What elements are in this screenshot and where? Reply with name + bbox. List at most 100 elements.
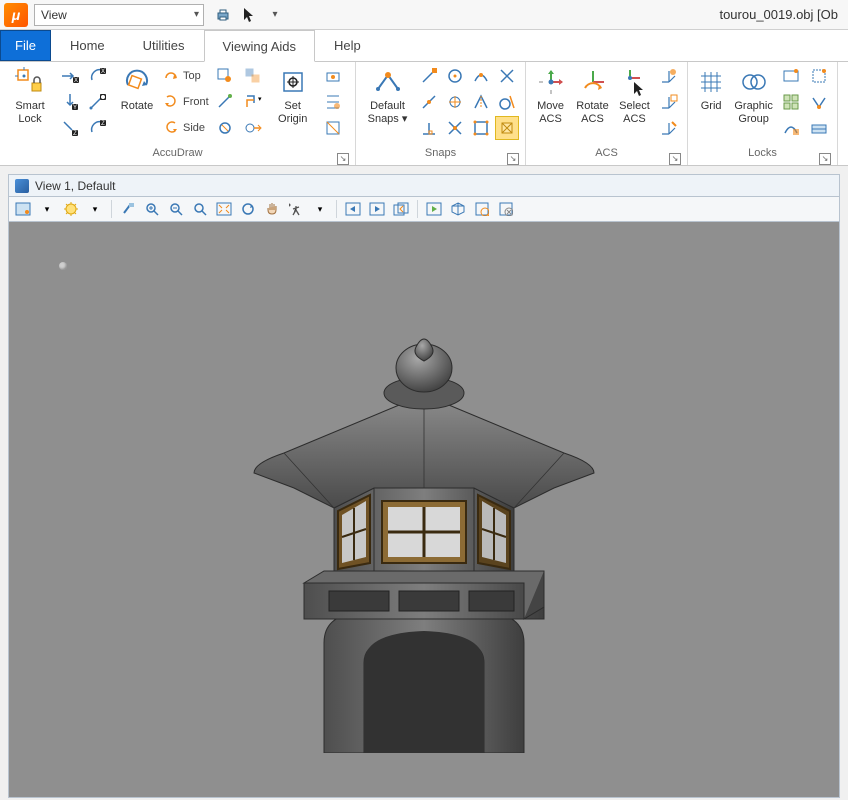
clip-isometric-icon[interactable] — [448, 199, 468, 219]
view-brush-icon[interactable] — [118, 199, 138, 219]
group-label-accudraw: AccuDraw — [152, 147, 202, 159]
group-label-locks: Locks — [748, 147, 777, 159]
view-next-icon[interactable] — [367, 199, 387, 219]
move-acs-button[interactable]: Move ACS — [532, 64, 569, 125]
select-acs-button[interactable]: Select ACS — [616, 64, 653, 125]
locks-extra3-icon[interactable] — [779, 116, 803, 140]
accudraw-misc4-icon[interactable] — [241, 64, 265, 88]
accudraw-misc5-icon[interactable]: ▾ — [241, 90, 265, 114]
accudraw-misc1-icon[interactable] — [213, 64, 237, 88]
snap-multi1-icon[interactable] — [443, 116, 467, 140]
view-cube-icon — [15, 179, 29, 193]
model-lantern — [234, 313, 614, 753]
rotate-button[interactable]: Rotate — [114, 64, 160, 113]
accudraw-extra2-icon[interactable] — [321, 90, 345, 114]
snap-multi2-icon[interactable] — [469, 116, 493, 140]
locks-extra1-icon[interactable] — [779, 64, 803, 88]
projection-dot — [59, 262, 67, 270]
lock-x-icon[interactable]: X — [58, 64, 82, 88]
view-prev-icon[interactable] — [343, 199, 363, 219]
snap-bisector-icon[interactable] — [469, 90, 493, 114]
snap-keypoint-icon[interactable] — [417, 64, 441, 88]
svg-text:Y: Y — [73, 105, 77, 111]
viewport[interactable]: Y X — [8, 222, 840, 798]
lock-angle-z-icon[interactable]: Z — [86, 116, 110, 140]
tab-utilities[interactable]: Utilities — [124, 30, 204, 61]
locks-dialog-launcher[interactable]: ↘ — [819, 153, 831, 165]
qat-overflow-icon[interactable]: ▾ — [266, 6, 284, 24]
clip-clear-icon[interactable] — [496, 199, 516, 219]
tab-file[interactable]: File — [0, 30, 51, 61]
accudraw-misc3-icon[interactable] — [213, 116, 237, 140]
graphic-group-button[interactable]: Graphic Group — [732, 64, 775, 125]
snap-origin-icon[interactable] — [443, 90, 467, 114]
accudraw-misc2-icon[interactable] — [213, 90, 237, 114]
snap-center-icon[interactable] — [443, 64, 467, 88]
accudraw-extra1-icon[interactable] — [321, 64, 345, 88]
view-combobox[interactable]: View — [34, 4, 204, 26]
locks-extra2-icon[interactable] — [779, 90, 803, 114]
snap-midpoint-icon[interactable] — [417, 90, 441, 114]
view-titlebar[interactable]: View 1, Default — [8, 174, 840, 196]
tab-home[interactable]: Home — [51, 30, 124, 61]
ribbon-tabs: File Home Utilities Viewing Aids Help — [0, 30, 848, 62]
clip-volume-icon[interactable] — [424, 199, 444, 219]
snap-multi3-icon[interactable] — [495, 116, 519, 140]
svg-text:Z: Z — [101, 121, 105, 127]
tab-help[interactable]: Help — [315, 30, 380, 61]
view-combobox-value: View — [41, 8, 67, 22]
snaps-dialog-launcher[interactable]: ↘ — [507, 153, 519, 165]
view-attributes-icon[interactable] — [13, 199, 33, 219]
rotate-top-button[interactable]: Top — [164, 64, 209, 88]
svg-text:X: X — [101, 69, 105, 75]
group-label-acs: ACS — [595, 147, 618, 159]
accudraw-dialog-launcher[interactable]: ↘ — [337, 153, 349, 165]
smart-lock-button[interactable]: Smart Lock — [6, 64, 54, 125]
rotate-side-button[interactable]: Side — [164, 116, 209, 140]
snap-intersection-icon[interactable] — [495, 64, 519, 88]
accudraw-extra3-icon[interactable] — [321, 116, 345, 140]
rotate-view-icon[interactable] — [238, 199, 258, 219]
snap-nearest-icon[interactable] — [469, 64, 493, 88]
view-dropdown3-icon[interactable]: ▾ — [310, 199, 330, 219]
lock-y-icon[interactable]: Y — [58, 90, 82, 114]
zoom-in-icon[interactable] — [142, 199, 162, 219]
locks-extra6-icon[interactable] — [807, 116, 831, 140]
snap-tangent-icon[interactable] — [495, 90, 519, 114]
zoom-window-icon[interactable] — [190, 199, 210, 219]
pan-icon[interactable] — [262, 199, 282, 219]
acs-extra1-icon[interactable] — [657, 64, 681, 88]
zoom-out-icon[interactable] — [166, 199, 186, 219]
view-dropdown1-icon[interactable]: ▾ — [37, 199, 57, 219]
walk-icon[interactable] — [286, 199, 306, 219]
rotate-front-button[interactable]: Front — [164, 90, 209, 114]
lock-angle-x-icon[interactable]: X — [86, 64, 110, 88]
svg-text:X: X — [74, 78, 78, 84]
view-toolbar: ▾ ▾ ▾ — [8, 196, 840, 222]
clip-mask-icon[interactable] — [472, 199, 492, 219]
default-snaps-button[interactable]: Default Snaps ▾ — [362, 64, 413, 125]
view-dropdown2-icon[interactable]: ▾ — [85, 199, 105, 219]
window-title: tourou_0019.obj [Ob — [719, 7, 844, 22]
grid-lock-button[interactable]: Grid — [694, 64, 728, 113]
fit-view-icon[interactable] — [214, 199, 234, 219]
display-style-icon[interactable] — [61, 199, 81, 219]
lock-distance-icon[interactable] — [86, 90, 110, 114]
view-copy-icon[interactable] — [391, 199, 411, 219]
cursor-icon[interactable] — [240, 6, 258, 24]
lock-z-icon[interactable]: Z — [58, 116, 82, 140]
acs-dialog-launcher[interactable]: ↘ — [669, 153, 681, 165]
acs-extra2-icon[interactable] — [657, 90, 681, 114]
locks-extra4-icon[interactable] — [807, 64, 831, 88]
rotate-acs-button[interactable]: Rotate ACS — [573, 64, 612, 125]
set-origin-button[interactable]: Set Origin — [269, 64, 317, 125]
view-title-text: View 1, Default — [35, 179, 116, 193]
print-icon[interactable] — [214, 6, 232, 24]
accudraw-misc6-icon[interactable] — [241, 116, 265, 140]
locks-extra5-icon[interactable] — [807, 90, 831, 114]
tab-viewing-aids[interactable]: Viewing Aids — [204, 30, 315, 62]
snap-perp-icon[interactable] — [417, 116, 441, 140]
acs-extra3-icon[interactable] — [657, 116, 681, 140]
app-logo: μ — [4, 3, 28, 27]
group-label-snaps: Snaps — [425, 147, 456, 159]
